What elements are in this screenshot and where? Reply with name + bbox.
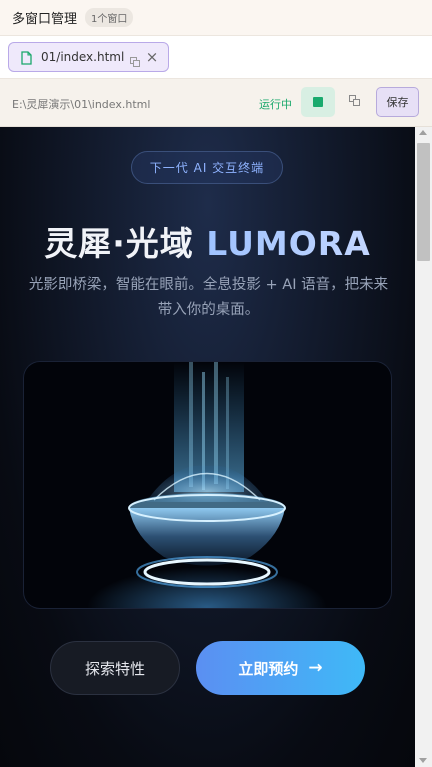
- app-title: 多窗口管理: [12, 12, 78, 27]
- detach-icon[interactable]: [130, 52, 140, 67]
- file-path: E:\灵犀演示\01\index.html: [12, 98, 151, 111]
- tab-index-html[interactable]: 01/index.html ×: [8, 42, 169, 72]
- popout-icon[interactable]: [349, 92, 361, 106]
- close-icon[interactable]: ×: [145, 48, 159, 66]
- address-bar: E:\灵犀演示\01\index.html 运行中 保存: [0, 79, 432, 127]
- page-preview: 下一代 AI 交互终端 灵犀·光域 LUMORA 光影即桥梁，智能在眼前。全息投…: [0, 127, 415, 767]
- hero-title-main: 灵犀·光域: [44, 224, 207, 263]
- scroll-thumb[interactable]: [417, 143, 430, 261]
- hero-subtitle: 光影即桥梁，智能在眼前。全息投影 + AI 语音，把未来带入你的桌面。: [28, 277, 389, 318]
- book-now-button[interactable]: 立即预约 →: [196, 641, 365, 695]
- tagline-badge: 下一代 AI 交互终端: [131, 151, 283, 184]
- product-image: [24, 362, 391, 608]
- scroll-down-icon[interactable]: [419, 758, 427, 763]
- hero-title-brand: LUMORA: [206, 224, 371, 263]
- scroll-up-icon[interactable]: [419, 130, 427, 135]
- window-count-badge: 1个窗口: [85, 8, 134, 27]
- book-now-label: 立即预约: [238, 659, 299, 678]
- title-bar: 多窗口管理 1个窗口: [0, 0, 432, 36]
- arrow-right-icon: →: [308, 658, 323, 678]
- scrollbar[interactable]: [415, 127, 432, 767]
- run-status: 运行中: [259, 98, 292, 111]
- tab-label: 01/index.html: [41, 50, 125, 64]
- explore-features-button[interactable]: 探索特性: [50, 641, 180, 695]
- save-button[interactable]: 保存: [376, 87, 419, 117]
- hero-title: 灵犀·光域 LUMORA: [0, 217, 415, 265]
- stop-button[interactable]: [301, 87, 335, 117]
- file-icon: [21, 50, 32, 65]
- tab-strip: 01/index.html ×: [0, 36, 432, 79]
